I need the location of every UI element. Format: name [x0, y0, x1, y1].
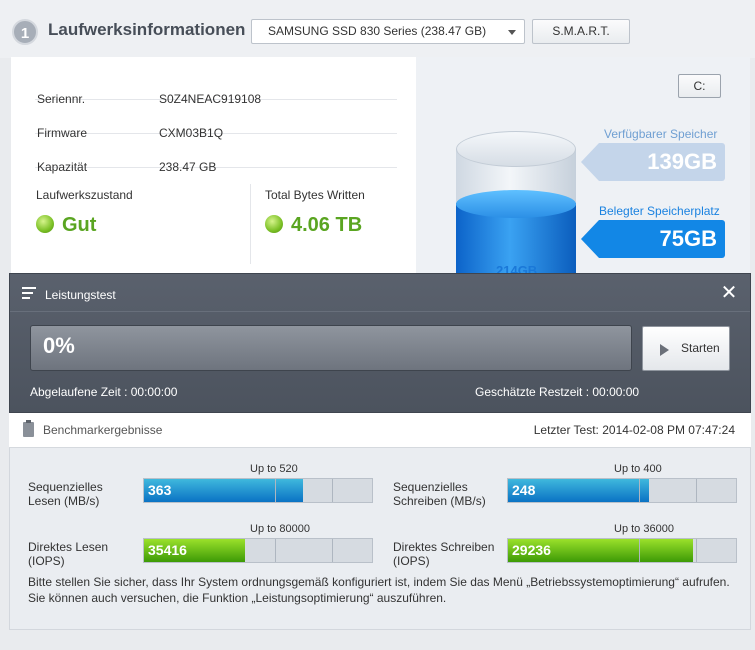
drive-letter-button[interactable]: C:: [678, 74, 721, 98]
health-status: Gut: [36, 214, 96, 237]
random-read-value: 35416: [148, 542, 187, 558]
start-button-label: Starten: [681, 341, 720, 355]
random-read-label: Direktes Lesen (IOPS): [28, 540, 109, 568]
seq-read-max: Up to 520: [250, 463, 298, 475]
benchmark-results-title: Benchmarkergebnisse: [43, 423, 163, 437]
status-ok-icon: [36, 215, 54, 233]
health-label: Laufwerkszustand: [36, 188, 133, 202]
random-write-max: Up to 36000: [614, 523, 674, 535]
divider: [250, 184, 251, 264]
page-title: Laufwerksinformationen: [48, 20, 246, 39]
drive-select-value: SAMSUNG SSD 830 Series (238.47 GB): [268, 24, 487, 38]
used-space-value: 75GB: [599, 220, 725, 258]
smart-button[interactable]: S.M.A.R.T.: [532, 19, 630, 44]
random-read-meter: 35416: [143, 538, 373, 563]
disk-usage-panel: C: 214GB Verfügbarer Speicher 139GB Bele…: [416, 57, 750, 278]
random-write-label: Direktes Schreiben (IOPS): [393, 540, 495, 568]
free-space-label: Verfügbarer Speicher: [604, 127, 718, 141]
performance-icon: [22, 287, 36, 301]
disk-cylinder-top: [456, 131, 576, 167]
info-row-capacity: Kapazität 238.47 GB: [35, 134, 397, 174]
optimization-hint: Bitte stellen Sie sicher, dass Ihr Syste…: [28, 574, 738, 606]
health-value: Gut: [62, 214, 97, 236]
drive-info-panel: Seriennr. S0Z4NEAC919108 Firmware CXM03B…: [11, 57, 416, 273]
random-write-value: 29236: [512, 542, 551, 558]
disk-used-fill-top: [456, 190, 576, 218]
tbw-block: Total Bytes Written 4.06 TB: [265, 188, 365, 236]
elapsed-time: Abgelaufene Zeit : 00:00:00: [30, 385, 178, 399]
tbw-status: 4.06 TB: [265, 214, 362, 237]
info-row-firmware: Firmware CXM03B1Q: [35, 100, 397, 140]
remaining-time: Geschätzte Restzeit : 00:00:00: [475, 385, 640, 399]
hint-line-2: Sie können auch versuchen, die Funktion …: [28, 591, 447, 605]
tbw-value: 4.06 TB: [291, 214, 363, 236]
start-button[interactable]: Starten: [642, 326, 730, 371]
capacity-label: Kapazität: [37, 160, 88, 174]
step-number-badge: 1: [12, 19, 38, 45]
seq-write-max: Up to 400: [614, 463, 662, 475]
free-space-value: 139GB: [599, 143, 725, 181]
capacity-value: 238.47 GB: [159, 160, 217, 174]
header: 1 Laufwerksinformationen SAMSUNG SSD 830…: [0, 0, 755, 58]
divider: [10, 311, 750, 312]
free-tag-arrow: [581, 143, 599, 181]
seq-write-meter: 248: [507, 478, 737, 503]
seq-write-value: 248: [512, 482, 536, 498]
clipboard-icon: [23, 420, 34, 437]
health-block: Laufwerkszustand Gut: [36, 188, 133, 236]
random-write-meter: 29236: [507, 538, 737, 563]
seq-write-label: Sequenzielles Schreiben (MB/s): [393, 480, 486, 508]
info-row-serial: Seriennr. S0Z4NEAC919108: [35, 66, 397, 106]
seq-read-value: 363: [148, 482, 172, 498]
benchmark-results-panel: Sequenzielles Lesen (MB/s) Up to 520 363…: [9, 448, 751, 630]
play-icon: [660, 344, 669, 356]
chevron-down-icon: [508, 30, 516, 35]
last-test-timestamp: Letzter Test: 2014-02-08 PM 07:47:24: [533, 423, 735, 437]
used-space-label: Belegter Speicherplatz: [599, 204, 720, 218]
tbw-label: Total Bytes Written: [265, 188, 365, 202]
random-read-max: Up to 80000: [250, 523, 310, 535]
hint-line-1: Bitte stellen Sie sicher, dass Ihr Syste…: [28, 575, 730, 589]
test-progress-bar: 0%: [30, 325, 632, 371]
benchmark-results-header: Benchmarkergebnisse Letzter Test: 2014-0…: [9, 413, 751, 448]
seq-read-label: Sequenzielles Lesen (MB/s): [28, 480, 103, 508]
status-ok-icon: [265, 215, 283, 233]
close-icon[interactable]: ✕: [720, 283, 738, 303]
performance-test-title: Leistungstest: [45, 288, 116, 302]
progress-percent: 0%: [43, 333, 75, 358]
seq-read-meter: 363: [143, 478, 373, 503]
performance-test-panel: Leistungstest ✕ 0% Starten Abgelaufene Z…: [9, 273, 751, 413]
drive-select-dropdown[interactable]: SAMSUNG SSD 830 Series (238.47 GB): [251, 19, 525, 44]
used-tag-arrow: [581, 220, 599, 258]
